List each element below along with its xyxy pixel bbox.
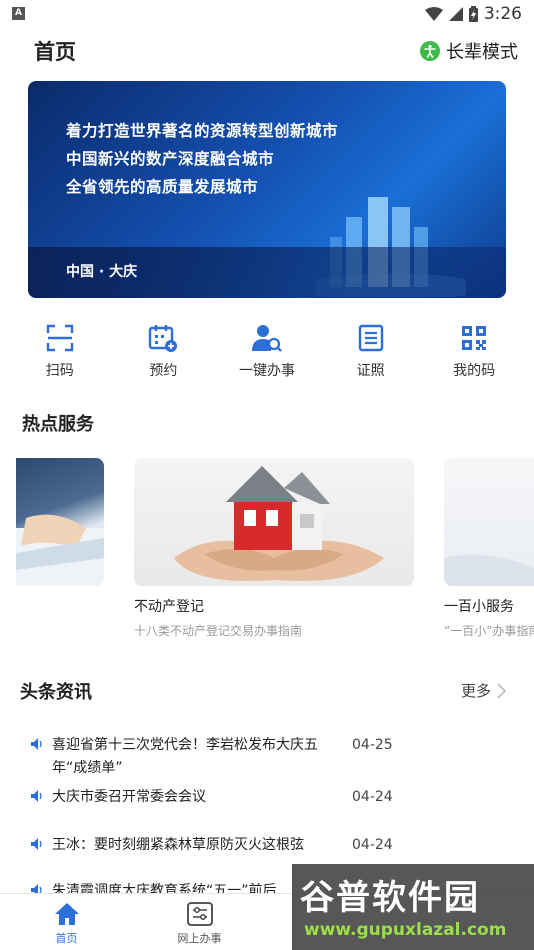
quick-actions: 扫码 预约 一键办事 证照 我的码 [0, 322, 534, 386]
watermark-title: 谷普软件园 [300, 878, 480, 918]
status-indicators: 3:26 [424, 4, 522, 24]
service-image [444, 458, 534, 586]
tab-label: 首页 [55, 932, 78, 945]
quick-action-one-click[interactable]: 一键办事 [227, 322, 307, 386]
elder-mode-toggle[interactable]: 长辈模式 [420, 38, 518, 64]
tab-label: 网上办事 [177, 932, 222, 945]
quick-action-label: 一键办事 [238, 363, 295, 379]
banner-city-name: 中国 · 大庆 [66, 264, 138, 280]
quick-action-label: 预约 [149, 363, 178, 379]
news-item[interactable]: 大庆市委召开常委会会议 04-24 [30, 786, 500, 834]
quick-action-label: 证照 [356, 363, 385, 379]
news-more-link[interactable]: 更多 [461, 680, 506, 701]
news-item[interactable]: 喜迎省第十三次党代会！李岩松发布大庆五年“成绩单” 04-25 [30, 734, 500, 786]
speaker-icon [31, 838, 42, 850]
status-time: 3:26 [483, 4, 522, 24]
chevron-right-icon [497, 682, 506, 699]
more-label: 更多 [460, 682, 491, 700]
news-date: 04-24 [352, 837, 393, 853]
news-date: 04-25 [352, 737, 393, 753]
top-header: 首页 长辈模式 [0, 30, 534, 70]
watermark-url: www.gupuxlazal.com [304, 920, 507, 940]
signal-icon [448, 7, 463, 21]
speaker-icon [31, 738, 42, 750]
user-search-icon [251, 322, 283, 354]
banner-line: 中国新兴的数产深度融合城市 [66, 150, 275, 168]
elder-mode-label: 长辈模式 [446, 42, 518, 63]
calendar-add-icon [147, 322, 179, 354]
settings-panel-icon [186, 902, 213, 926]
notification-badge: A [12, 7, 25, 20]
document-icon [355, 322, 387, 354]
quick-action-certificates[interactable]: 证照 [331, 322, 411, 386]
hot-services-title: 热点服务 [22, 414, 94, 435]
tab-home[interactable]: 首页 [0, 894, 133, 950]
news-section-title: 头条资讯 [20, 682, 92, 703]
quick-action-label: 扫码 [45, 363, 74, 379]
quick-action-my-code[interactable]: 我的码 [434, 322, 514, 386]
hot-service-subtitle: “一百小”办事指南 [444, 624, 534, 638]
news-headline: 大庆市委召开常委会会议 [52, 789, 206, 805]
quick-action-appointment[interactable]: 预约 [123, 322, 203, 386]
page-title: 首页 [34, 40, 76, 64]
home-icon [54, 903, 79, 925]
scan-icon [44, 322, 76, 354]
qrcode-icon [458, 322, 490, 354]
banner-line: 全省领先的高质量发展城市 [66, 178, 259, 196]
house-in-hands-image [134, 458, 414, 586]
hot-service-subtitle: 十八类不动产登记交易办事指南 [134, 624, 303, 638]
quick-action-label: 我的码 [453, 363, 496, 379]
banner-slogans: 着力打造世界著名的资源转型创新城市 中国新兴的数产深度融合城市 全省领先的高质量… [66, 117, 338, 201]
handshake-image [16, 458, 104, 586]
news-headline: 王冰：要时刻绷紧森林草原防灭火这根弦 [52, 837, 304, 853]
quick-action-scan[interactable]: 扫码 [20, 322, 100, 386]
hot-service-card[interactable] [16, 458, 104, 586]
hot-service-card[interactable]: 一百小服务 “一百小”办事指南 [444, 458, 534, 639]
tab-online-services[interactable]: 网上办事 [133, 894, 266, 950]
hot-services-carousel[interactable]: 不动产登记 十八类不动产登记交易办事指南 一百小服务 “一百小”办事指南 [0, 458, 534, 648]
watermark-overlay: 谷普软件园 www.gupuxlazal.com [292, 864, 534, 950]
hot-service-title: 不动产登记 [134, 599, 204, 615]
news-date: 04-24 [352, 789, 393, 805]
banner-line: 着力打造世界著名的资源转型创新城市 [66, 122, 339, 140]
hot-service-card[interactable]: 不动产登记 十八类不动产登记交易办事指南 [134, 458, 414, 639]
hot-service-title: 一百小服务 [444, 599, 514, 615]
news-headline: 喜迎省第十三次党代会！李岩松发布大庆五年“成绩单” [52, 737, 318, 776]
battery-icon [468, 6, 478, 22]
speaker-icon [31, 790, 42, 802]
accessibility-icon [420, 41, 440, 61]
status-bar: A 3:26 [0, 0, 534, 28]
wifi-icon [424, 7, 443, 21]
home-banner[interactable]: 着力打造世界著名的资源转型创新城市 中国新兴的数产深度融合城市 全省领先的高质量… [28, 81, 506, 298]
